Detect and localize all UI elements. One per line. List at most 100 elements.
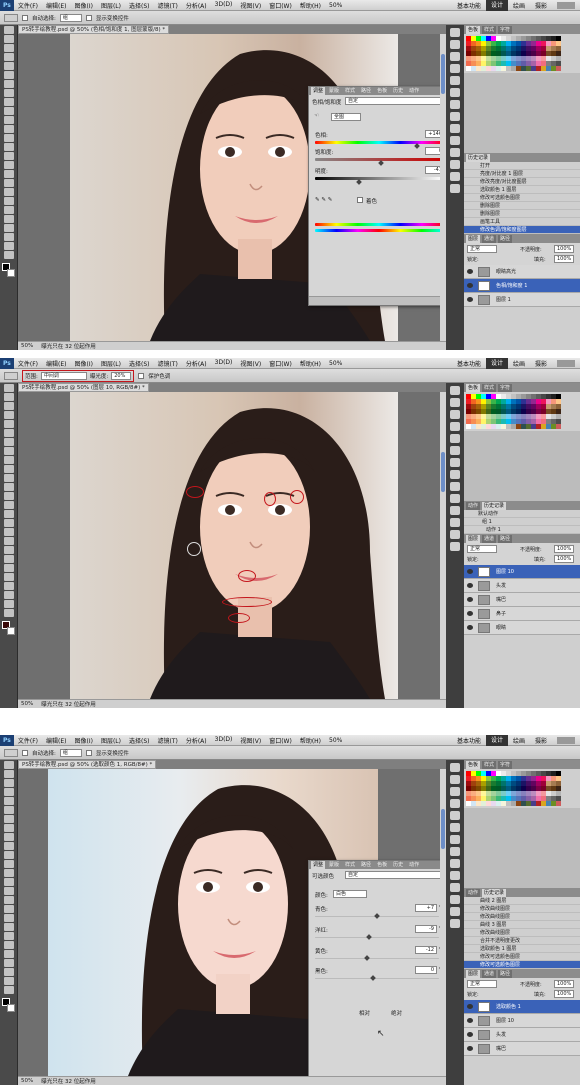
tool-icon-4[interactable] — [4, 420, 14, 428]
panel-shortcut-icon-13[interactable] — [450, 919, 460, 928]
tool-icon-12[interactable] — [4, 869, 14, 877]
panel-shortcut-icon-5[interactable] — [450, 446, 460, 455]
workspace-3[interactable]: 摄影 — [530, 1, 552, 10]
tool-icon-11[interactable] — [4, 125, 14, 133]
history-item[interactable]: 修改曲线图层 — [464, 929, 580, 937]
panel-shortcut-icon-7[interactable] — [450, 112, 460, 121]
tool-icon-5[interactable] — [4, 806, 14, 814]
layer-row[interactable]: 嘴巴 — [464, 1042, 580, 1056]
tool-icon-10[interactable] — [4, 474, 14, 482]
menu-10[interactable]: 帮助(H) — [296, 736, 325, 745]
menu-3[interactable]: 图层(L) — [97, 1, 125, 10]
panel-shortcut-icon-0[interactable] — [450, 28, 460, 37]
menu-6[interactable]: 分析(A) — [182, 359, 211, 368]
canvas[interactable] — [18, 392, 446, 699]
menu-4[interactable]: 选择(S) — [125, 736, 154, 745]
preset-dropdown[interactable]: 自定 — [345, 97, 445, 105]
panel-shortcut-icon-12[interactable] — [450, 907, 460, 916]
tool-icon-24[interactable] — [4, 977, 14, 985]
adjustments-tab-0[interactable]: 调整 — [311, 861, 326, 869]
layer-row[interactable]: 色相/饱和度 1 — [464, 279, 580, 293]
tool-icon-19[interactable] — [4, 932, 14, 940]
layers-tab-1[interactable]: 通道 — [482, 234, 497, 243]
swatches-tab-2[interactable]: 字符 — [498, 383, 513, 392]
protect-tones-checkbox[interactable] — [138, 372, 145, 379]
swatches-tab-1[interactable]: 样式 — [482, 25, 497, 34]
adjustments-tab-3[interactable]: 路径 — [359, 861, 373, 869]
tool-icon-21[interactable] — [4, 950, 14, 958]
menu-10[interactable]: 帮助(H) — [296, 1, 325, 10]
panel-shortcut-icon-8[interactable] — [450, 482, 460, 491]
opacity-field[interactable]: 100% — [554, 980, 574, 988]
swatches-tab-0[interactable]: 色板 — [466, 383, 481, 392]
tool-icon-18[interactable] — [4, 923, 14, 931]
swatches-tab-0[interactable]: 色板 — [466, 25, 481, 34]
light-slider-thumb[interactable] — [356, 179, 363, 185]
tool-icon-6[interactable] — [4, 80, 14, 88]
scroll-thumb[interactable] — [441, 54, 445, 94]
menu-5[interactable]: 滤镜(T) — [153, 359, 181, 368]
history-item[interactable]: 删除图层 — [464, 210, 580, 218]
tool-icon-19[interactable] — [4, 197, 14, 205]
yellow-field[interactable]: -12 — [415, 946, 437, 954]
panel-shortcut-icon-3[interactable] — [450, 799, 460, 808]
eye-icon[interactable] — [467, 597, 473, 602]
panel-shortcut-icon-5[interactable] — [450, 823, 460, 832]
adjustments-tab-6[interactable]: 动作 — [407, 87, 421, 95]
tool-icon-6[interactable] — [4, 438, 14, 446]
hue-slider-thumb[interactable] — [413, 143, 420, 149]
tool-icon-0[interactable] — [4, 26, 14, 34]
tool-icon-16[interactable] — [4, 170, 14, 178]
menu-9[interactable]: 窗口(W) — [265, 736, 296, 745]
scroll-thumb[interactable] — [441, 809, 445, 849]
panel-shortcut-icon-1[interactable] — [450, 40, 460, 49]
menu-10[interactable]: 帮助(H) — [296, 359, 325, 368]
panel-shortcut-icon-7[interactable] — [450, 470, 460, 479]
tool-icon-2[interactable] — [4, 44, 14, 52]
history-item[interactable]: 修改可选颜色图层 — [464, 953, 580, 961]
panel-shortcut-icon-10[interactable] — [450, 506, 460, 515]
menu-8[interactable]: 视图(V) — [236, 736, 265, 745]
adjustments-tab-0[interactable]: 调整 — [311, 87, 326, 95]
zoom-menu[interactable]: 50% — [325, 737, 346, 744]
canvas[interactable]: 调整蒙版样式路径色板历史动作色相/饱和度自定全图☜色相:+146饱和度:0明度:… — [18, 34, 446, 341]
menu-2[interactable]: 图像(I) — [71, 736, 97, 745]
tool-icon-23[interactable] — [4, 233, 14, 241]
tool-icon-2[interactable] — [4, 779, 14, 787]
panel-shortcut-icon-2[interactable] — [450, 52, 460, 61]
panel-shortcut-icon-8[interactable] — [450, 859, 460, 868]
layer-row[interactable]: 图层 10 — [464, 1014, 580, 1028]
swatches-tab-1[interactable]: 样式 — [482, 760, 497, 769]
tool-icon-7[interactable] — [4, 824, 14, 832]
tool-icon-4[interactable] — [4, 62, 14, 70]
adjustments-tab-1[interactable]: 蒙版 — [327, 861, 341, 869]
tool-icon-9[interactable] — [4, 842, 14, 850]
black-slider[interactable] — [315, 978, 439, 979]
tool-icon-5[interactable] — [4, 71, 14, 79]
panel-shortcut-icon-1[interactable] — [450, 398, 460, 407]
workspace-3[interactable]: 摄影 — [530, 359, 552, 368]
adjustments-tab-3[interactable]: 路径 — [359, 87, 373, 95]
status-zoom[interactable]: 50% — [21, 343, 33, 349]
tool-icon-11[interactable] — [4, 860, 14, 868]
layers-tab-0[interactable]: 图层 — [466, 234, 481, 243]
opacity-field[interactable]: 100% — [554, 545, 574, 553]
current-tool-icon[interactable] — [4, 371, 18, 380]
zoom-menu[interactable]: 50% — [325, 360, 346, 367]
tool-icon-22[interactable] — [4, 582, 14, 590]
layer-row[interactable]: 鼻子 — [464, 607, 580, 621]
tool-icon-17[interactable] — [4, 914, 14, 922]
workspace-1[interactable]: 设计 — [485, 735, 508, 746]
menu-6[interactable]: 分析(A) — [182, 1, 211, 10]
tool-icon-23[interactable] — [4, 591, 14, 599]
layers-tab-0[interactable]: 图层 — [466, 534, 481, 543]
black-field[interactable]: 0 — [415, 966, 437, 974]
tool-icon-24[interactable] — [4, 242, 14, 250]
eye-icon[interactable] — [467, 297, 473, 302]
adjustments-tab-4[interactable]: 色板 — [375, 861, 389, 869]
panel-shortcut-icon-6[interactable] — [450, 100, 460, 109]
document-tab[interactable]: PS转手绘教程.psd @ 50% (色相/饱和度 1, 图层蒙版/8) * — [18, 25, 170, 34]
panel-shortcut-icon-7[interactable] — [450, 847, 460, 856]
tool-icon-25[interactable] — [4, 986, 14, 994]
tool-icon-17[interactable] — [4, 179, 14, 187]
